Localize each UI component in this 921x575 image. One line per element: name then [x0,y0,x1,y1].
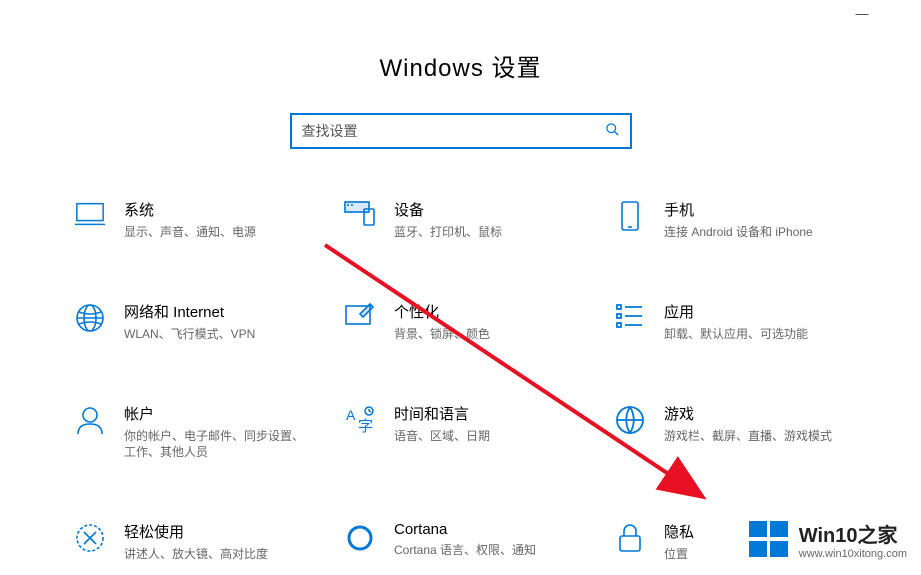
tile-desc: 卸载、默认应用、可选功能 [664,326,808,343]
page-title: Windows 设置 [0,48,921,83]
tile-desc: 你的帐户、电子邮件、同步设置、工作、其他人员 [124,428,304,462]
tile-time-language[interactable]: A 字 时间和语言 语音、区域、日期 [340,403,610,462]
search-icon [605,122,620,141]
tile-title: 隐私 [664,521,694,542]
tile-desc: 显示、声音、通知、电源 [124,224,256,241]
personalization-icon [340,301,380,343]
search-wrap: 查找设置 [0,113,921,149]
watermark-url: www.win10xitong.com [799,548,907,560]
search-placeholder: 查找设置 [302,121,605,141]
phone-icon [610,199,650,241]
tile-ease-of-access[interactable]: 轻松使用 讲述人、放大镜、高对比度 [70,521,340,563]
watermark-logo-icon [747,517,791,561]
tile-title: 游戏 [664,403,832,424]
tile-phone[interactable]: 手机 连接 Android 设备和 iPhone [610,199,880,241]
tile-title: 轻松使用 [124,521,268,542]
network-icon [70,301,110,343]
apps-icon [610,301,650,343]
tile-network[interactable]: 网络和 Internet WLAN、飞行模式、VPN [70,301,340,343]
minimize-button[interactable]: — [855,6,869,21]
watermark-title: Win10之家 [799,519,907,548]
gaming-icon [610,403,650,462]
tile-title: 手机 [664,199,813,220]
settings-grid: 系统 显示、声音、通知、电源 设备 蓝牙、打印机、鼠标 [0,199,921,563]
tile-desc: WLAN、飞行模式、VPN [124,326,255,343]
search-input[interactable]: 查找设置 [290,113,632,149]
tile-title: 设备 [394,199,502,220]
tile-desc: 讲述人、放大镜、高对比度 [124,546,268,563]
tile-title: 系统 [124,199,256,220]
watermark: Win10之家 www.win10xitong.com [743,515,911,563]
header: Windows 设置 [0,0,921,113]
tile-title: 应用 [664,301,808,322]
tile-title: 网络和 Internet [124,301,255,322]
svg-text:A: A [346,407,356,423]
tile-desc: 连接 Android 设备和 iPhone [664,224,813,241]
tile-desc: 语音、区域、日期 [394,428,490,445]
tile-title: 个性化 [394,301,490,322]
tile-desc: 蓝牙、打印机、鼠标 [394,224,502,241]
accounts-icon [70,403,110,462]
ease-of-access-icon [70,521,110,563]
cortana-icon [340,521,380,563]
tile-accounts[interactable]: 帐户 你的帐户、电子邮件、同步设置、工作、其他人员 [70,403,340,462]
tile-cortana[interactable]: Cortana Cortana 语言、权限、通知 [340,521,610,563]
tile-desc: 位置 [664,546,694,563]
tile-title: 时间和语言 [394,403,490,424]
tile-title: Cortana [394,521,536,538]
time-language-icon: A 字 [340,403,380,462]
tile-gaming[interactable]: 游戏 游戏栏、截屏、直播、游戏模式 [610,403,880,462]
tile-devices[interactable]: 设备 蓝牙、打印机、鼠标 [340,199,610,241]
devices-icon [340,199,380,241]
system-icon [70,199,110,241]
tile-apps[interactable]: 应用 卸载、默认应用、可选功能 [610,301,880,343]
tile-desc: 游戏栏、截屏、直播、游戏模式 [664,428,832,445]
tile-system[interactable]: 系统 显示、声音、通知、电源 [70,199,340,241]
tile-desc: 背景、锁屏、颜色 [394,326,490,343]
svg-text:字: 字 [358,418,373,435]
tile-personalization[interactable]: 个性化 背景、锁屏、颜色 [340,301,610,343]
tile-title: 帐户 [124,403,304,424]
privacy-icon [610,521,650,563]
tile-desc: Cortana 语言、权限、通知 [394,542,536,559]
